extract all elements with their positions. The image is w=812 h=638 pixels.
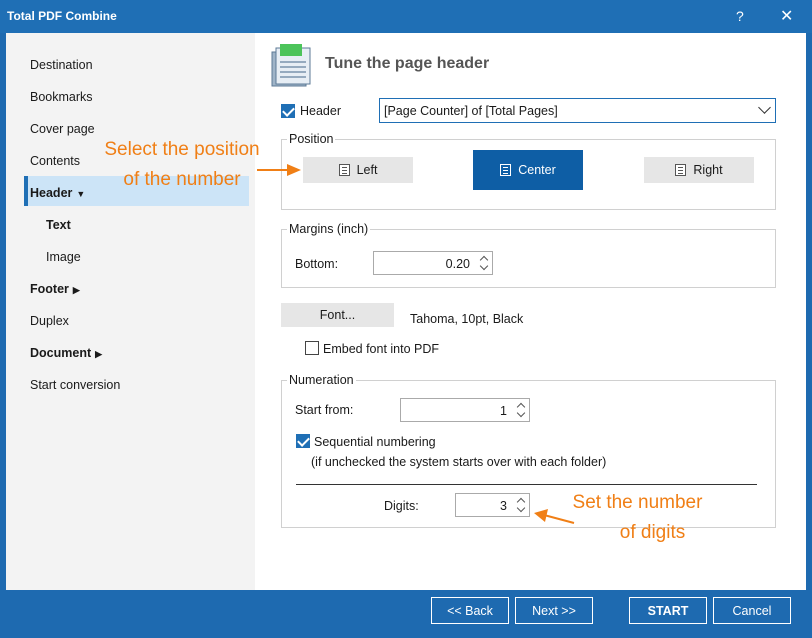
header-checkbox[interactable] [281,104,295,118]
page-title: Tune the page header [325,55,490,72]
sidebar-item-header[interactable]: Header ▼ [30,186,85,200]
close-button[interactable]: ✕ [780,6,793,26]
header-format-select[interactable]: [Page Counter] of [Total Pages] [379,98,776,123]
sidebar-item-contents[interactable]: Contents [30,154,80,168]
start-from-spinner[interactable]: 1 [400,398,530,422]
cancel-button[interactable]: Cancel [713,597,791,624]
align-center-icon [500,164,512,176]
sequential-numbering-note: (if unchecked the system starts over wit… [311,455,607,469]
numeration-group-title: Numeration [287,373,356,387]
margins-group-title: Margins (inch) [287,222,371,236]
spin-down-icon[interactable] [516,408,526,418]
position-center-button[interactable]: Center [473,150,583,190]
spin-down-icon[interactable] [516,503,526,513]
digits-callout-line1: Set the number [572,492,703,513]
sidebar-item-duplex[interactable]: Duplex [30,314,69,328]
sidebar-item-document[interactable]: Document ▶ [30,346,102,360]
position-callout-line1: Select the position [104,139,260,160]
caret-down-icon: ▼ [76,189,86,199]
embed-font-label: Embed font into PDF [323,342,440,356]
sidebar-item-footer[interactable]: Footer ▶ [30,282,80,296]
digits-spinner[interactable]: 3 [455,493,530,517]
position-center-label: Center [518,163,556,177]
position-left-label: Left [356,163,378,177]
position-left-button[interactable]: Left [303,157,413,183]
title-bar: Total PDF Combine ? ✕ [0,0,812,33]
bottom-margin-value: 0.20 [445,257,470,271]
sidebar-item-header-label: Header [30,186,73,200]
sidebar-nav [6,33,255,590]
margins-group [281,229,776,288]
digits-label: Digits: [384,499,419,513]
sidebar-item-bookmarks[interactable]: Bookmarks [30,90,93,104]
sidebar-item-text[interactable]: Text [46,218,71,232]
sidebar-item-footer-label: Footer [30,282,69,296]
sidebar-item-image[interactable]: Image [46,250,81,264]
header-format-value: [Page Counter] of [Total Pages] [384,104,558,118]
digits-callout-line2: of digits [619,522,686,543]
start-from-value: 1 [500,404,507,418]
sidebar-item-cover-page[interactable]: Cover page [30,122,95,136]
align-left-icon [338,164,350,176]
bottom-margin-label: Bottom: [295,257,339,271]
help-button[interactable]: ? [736,8,744,24]
position-right-button[interactable]: Right [644,157,754,183]
spin-down-icon[interactable] [479,261,489,271]
sequential-numbering-label: Sequential numbering [314,435,436,449]
bottom-margin-spinner[interactable]: 0.20 [373,251,493,275]
position-right-label: Right [693,163,723,177]
align-right-icon [675,164,687,176]
sidebar-item-start-conversion[interactable]: Start conversion [30,378,120,392]
start-button[interactable]: START [629,597,707,624]
embed-font-checkbox[interactable] [305,341,319,355]
position-callout-line2: of the number [123,169,241,190]
page-header-icon [271,44,311,87]
divider [296,484,757,485]
position-callout: Select the position of the number [92,135,272,195]
position-group-title: Position [287,132,336,146]
sequential-numbering-checkbox[interactable] [296,434,310,448]
digits-callout-arrow-icon [534,509,575,524]
window-title: Total PDF Combine [7,9,117,23]
caret-right-icon: ▶ [95,349,103,359]
digits-callout: Set the number of digits [555,488,720,548]
next-button[interactable]: Next >> [515,597,593,624]
chevron-down-icon [758,101,771,114]
header-checkbox-label: Header [300,104,341,118]
caret-right-icon: ▶ [72,285,80,295]
start-from-label: Start from: [295,403,354,417]
position-callout-arrow-icon [257,164,301,176]
back-button[interactable]: << Back [431,597,509,624]
digits-value: 3 [500,499,507,513]
sidebar-item-destination[interactable]: Destination [30,58,93,72]
sidebar-item-document-label: Document [30,346,92,360]
font-value: Tahoma, 10pt, Black [410,312,524,326]
font-button[interactable]: Font... [281,303,394,327]
